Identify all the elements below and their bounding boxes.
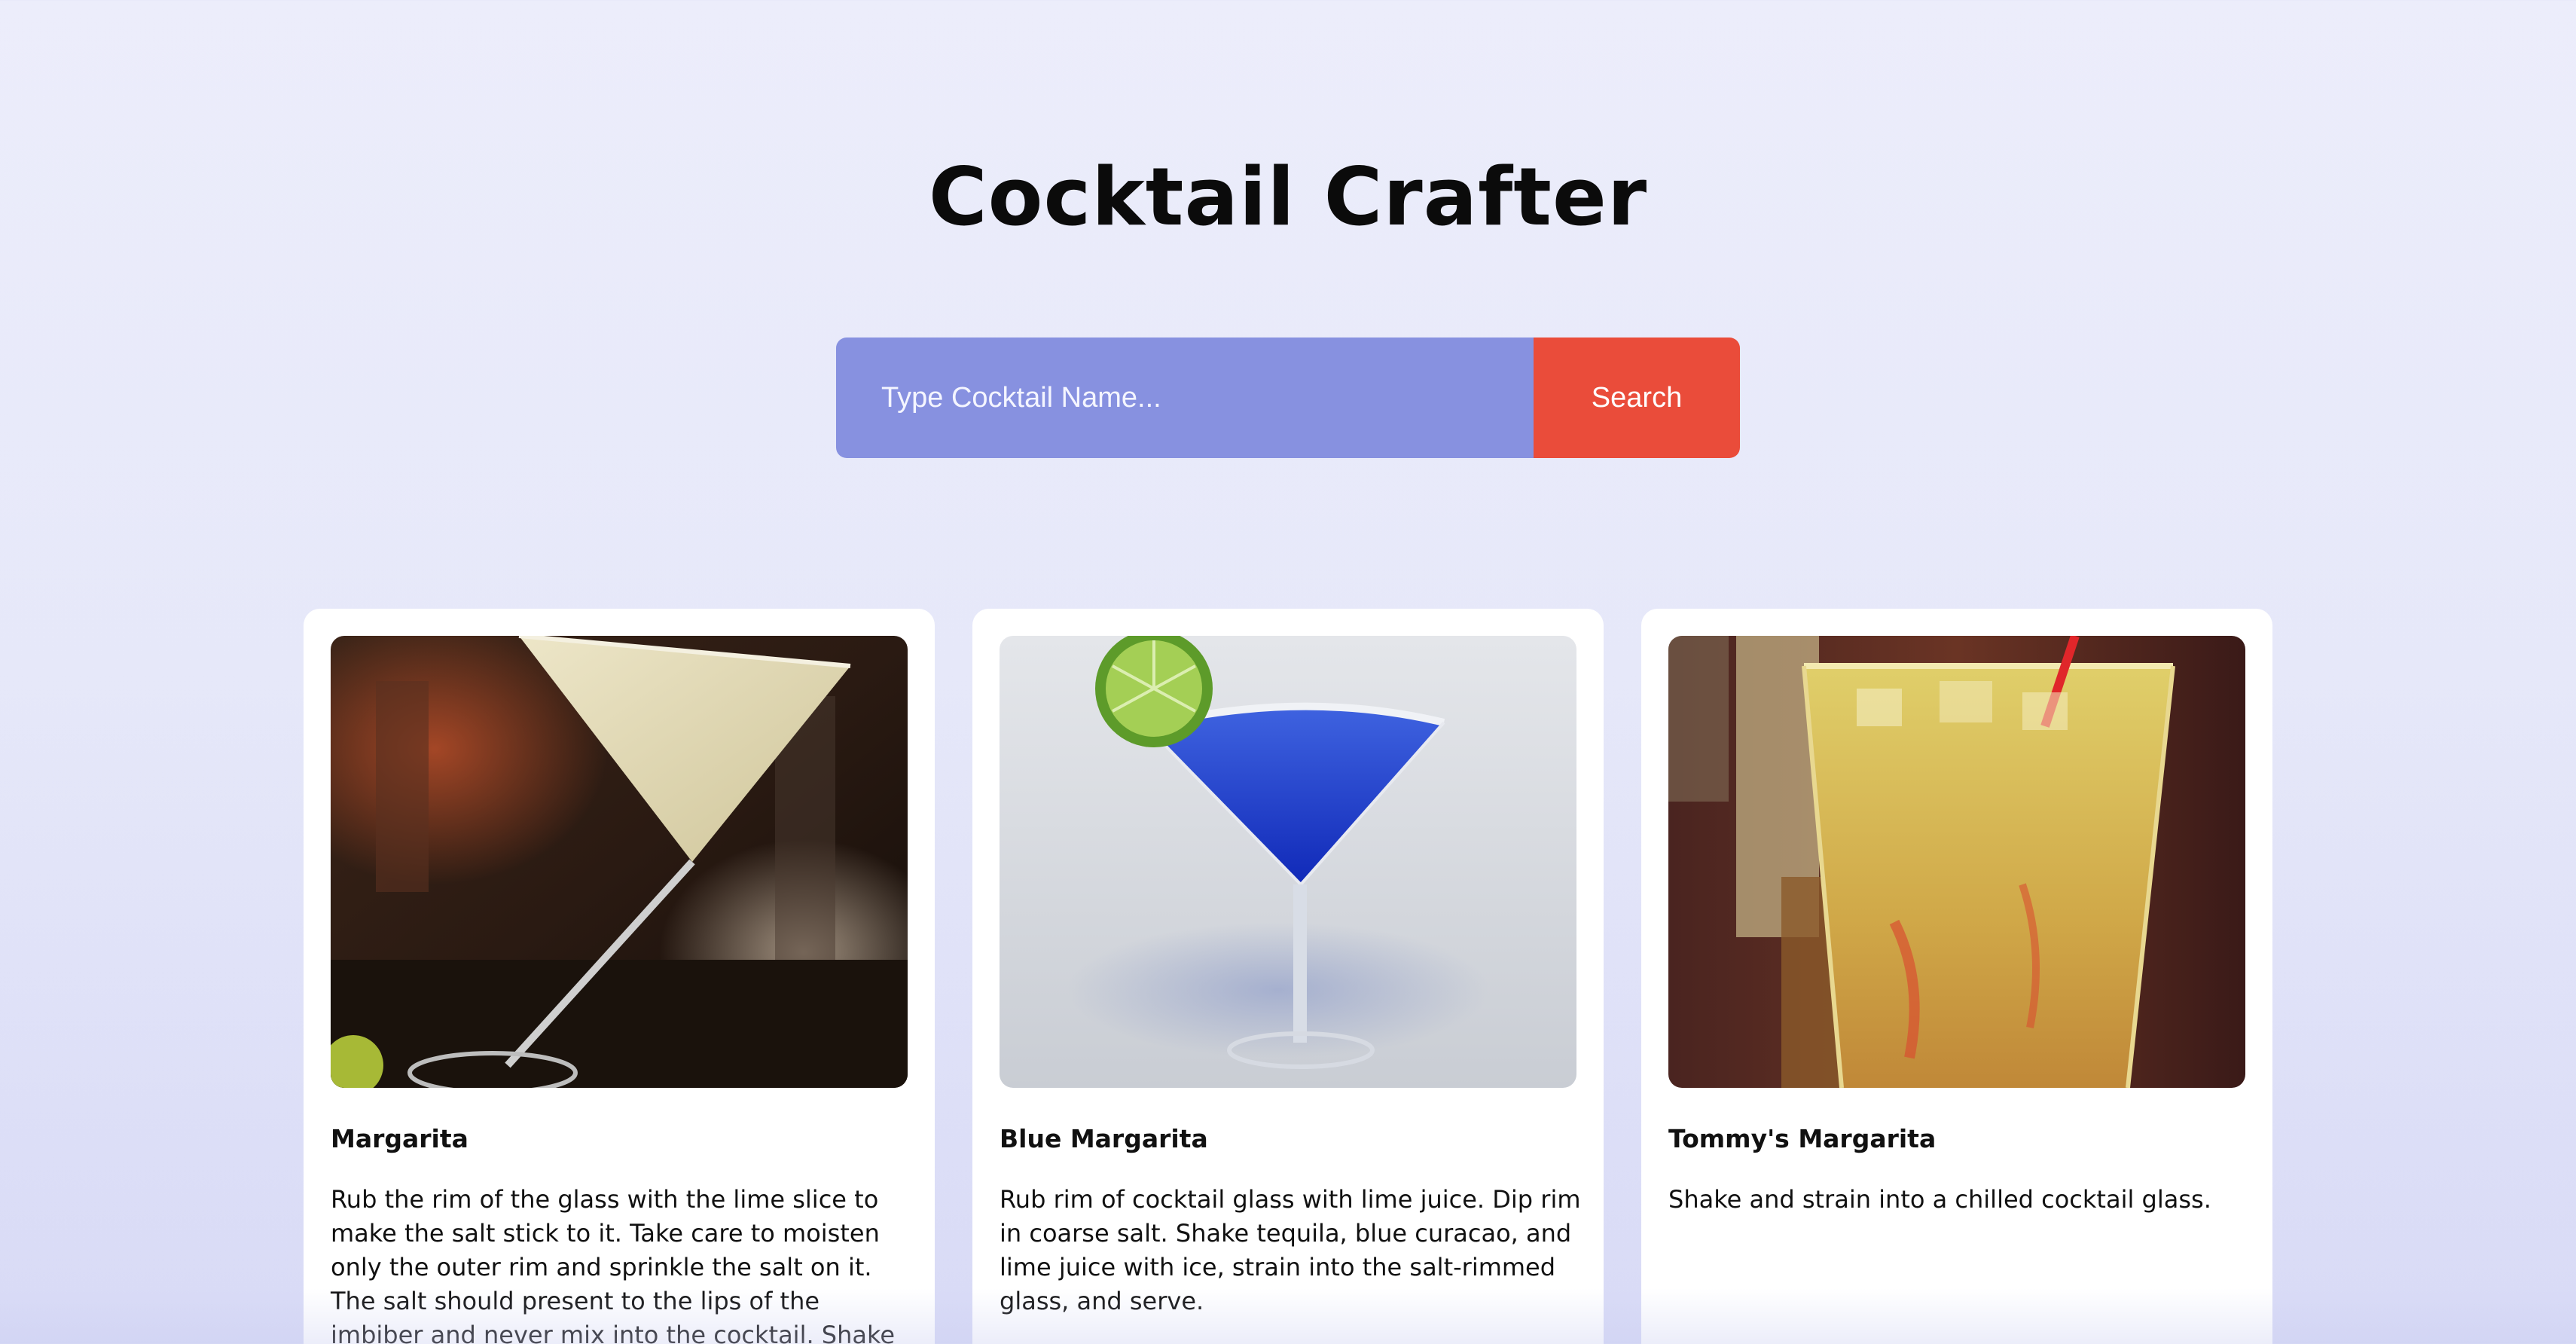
cocktail-card-blue-margarita: Blue Margarita Rub rim of cocktail glass… <box>972 609 1604 1344</box>
margarita-photo <box>331 636 908 1088</box>
cocktail-name[interactable]: Blue Margarita <box>1000 1124 1208 1153</box>
cocktail-name[interactable]: Tommy's Margarita <box>1668 1124 1936 1153</box>
cocktail-card-tommys-margarita: Tommy's Margarita Shake and strain into … <box>1641 609 2272 1344</box>
page-title: Cocktail Crafter <box>928 151 1648 243</box>
cocktail-name[interactable]: Margarita <box>331 1124 469 1153</box>
search-input[interactable] <box>836 338 1534 458</box>
search-form: Search <box>836 338 1740 458</box>
tommys-margarita-photo <box>1668 636 2245 1088</box>
blue-margarita-photo <box>1000 636 1576 1088</box>
search-button[interactable]: Search <box>1534 338 1740 458</box>
cocktail-instructions: Rub the rim of the glass with the lime s… <box>331 1185 896 1344</box>
cocktail-list: Margarita Rub the rim of the glass with … <box>304 609 2272 1344</box>
cocktail-card-margarita: Margarita Rub the rim of the glass with … <box>304 609 935 1344</box>
cocktail-instructions: Shake and strain into a chilled cocktail… <box>1668 1185 2211 1214</box>
cocktail-instructions: Rub rim of cocktail glass with lime juic… <box>1000 1185 1581 1315</box>
